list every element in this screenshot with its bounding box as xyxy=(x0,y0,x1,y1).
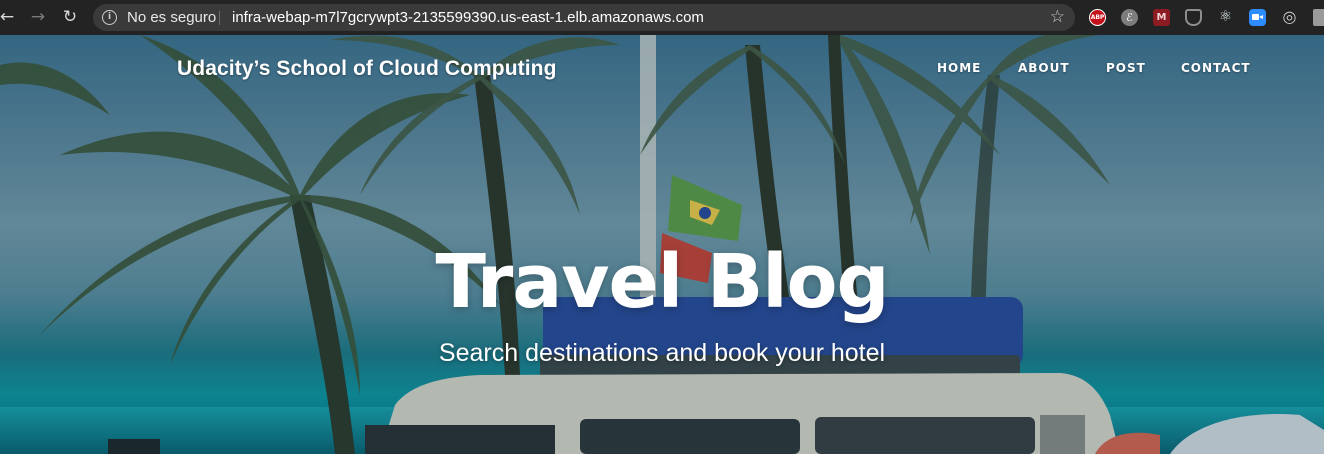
forward-icon[interactable]: → xyxy=(28,7,48,27)
grey-circle-extension-icon[interactable]: ℰ xyxy=(1121,9,1138,26)
adblock-plus-extension-icon[interactable]: ABP xyxy=(1089,9,1106,26)
circle-target-extension-icon[interactable]: ◎ xyxy=(1281,8,1298,26)
bookmark-star-icon[interactable]: ☆ xyxy=(1050,4,1065,31)
red-m-extension-icon[interactable]: M xyxy=(1153,9,1170,26)
hero-title: Travel Blog xyxy=(435,239,890,325)
back-icon[interactable]: ← xyxy=(0,7,17,27)
info-icon[interactable]: i xyxy=(102,10,117,25)
browser-toolbar: ← → ↻ i No es seguro infra-webap-m7l7gcr… xyxy=(0,0,1324,35)
security-label[interactable]: No es seguro xyxy=(127,4,216,31)
zoom-extension-icon[interactable] xyxy=(1249,9,1266,26)
nav-about[interactable]: ABOUT xyxy=(1018,61,1070,75)
address-bar[interactable]: i No es seguro infra-webap-m7l7gcrywpt3-… xyxy=(93,4,1075,31)
nav-contact[interactable]: CONTACT xyxy=(1181,61,1251,75)
shield-extension-icon[interactable] xyxy=(1185,9,1202,26)
hero-subtitle: Search destinations and book your hotel xyxy=(438,339,886,367)
react-devtools-icon[interactable]: ⚛ xyxy=(1217,8,1234,26)
nav-home[interactable]: HOME xyxy=(937,61,981,75)
hero-section: Udacity’s School of Cloud Computing HOME… xyxy=(0,35,1324,454)
omnibox-divider xyxy=(219,11,220,25)
url-text[interactable]: infra-webap-m7l7gcrywpt3-2135599390.us-e… xyxy=(232,4,704,31)
puzzle-extension-icon[interactable] xyxy=(1313,9,1324,26)
site-brand[interactable]: Udacity’s School of Cloud Computing xyxy=(177,57,557,81)
nav-post[interactable]: POST xyxy=(1106,61,1146,75)
reload-icon[interactable]: ↻ xyxy=(60,7,80,27)
